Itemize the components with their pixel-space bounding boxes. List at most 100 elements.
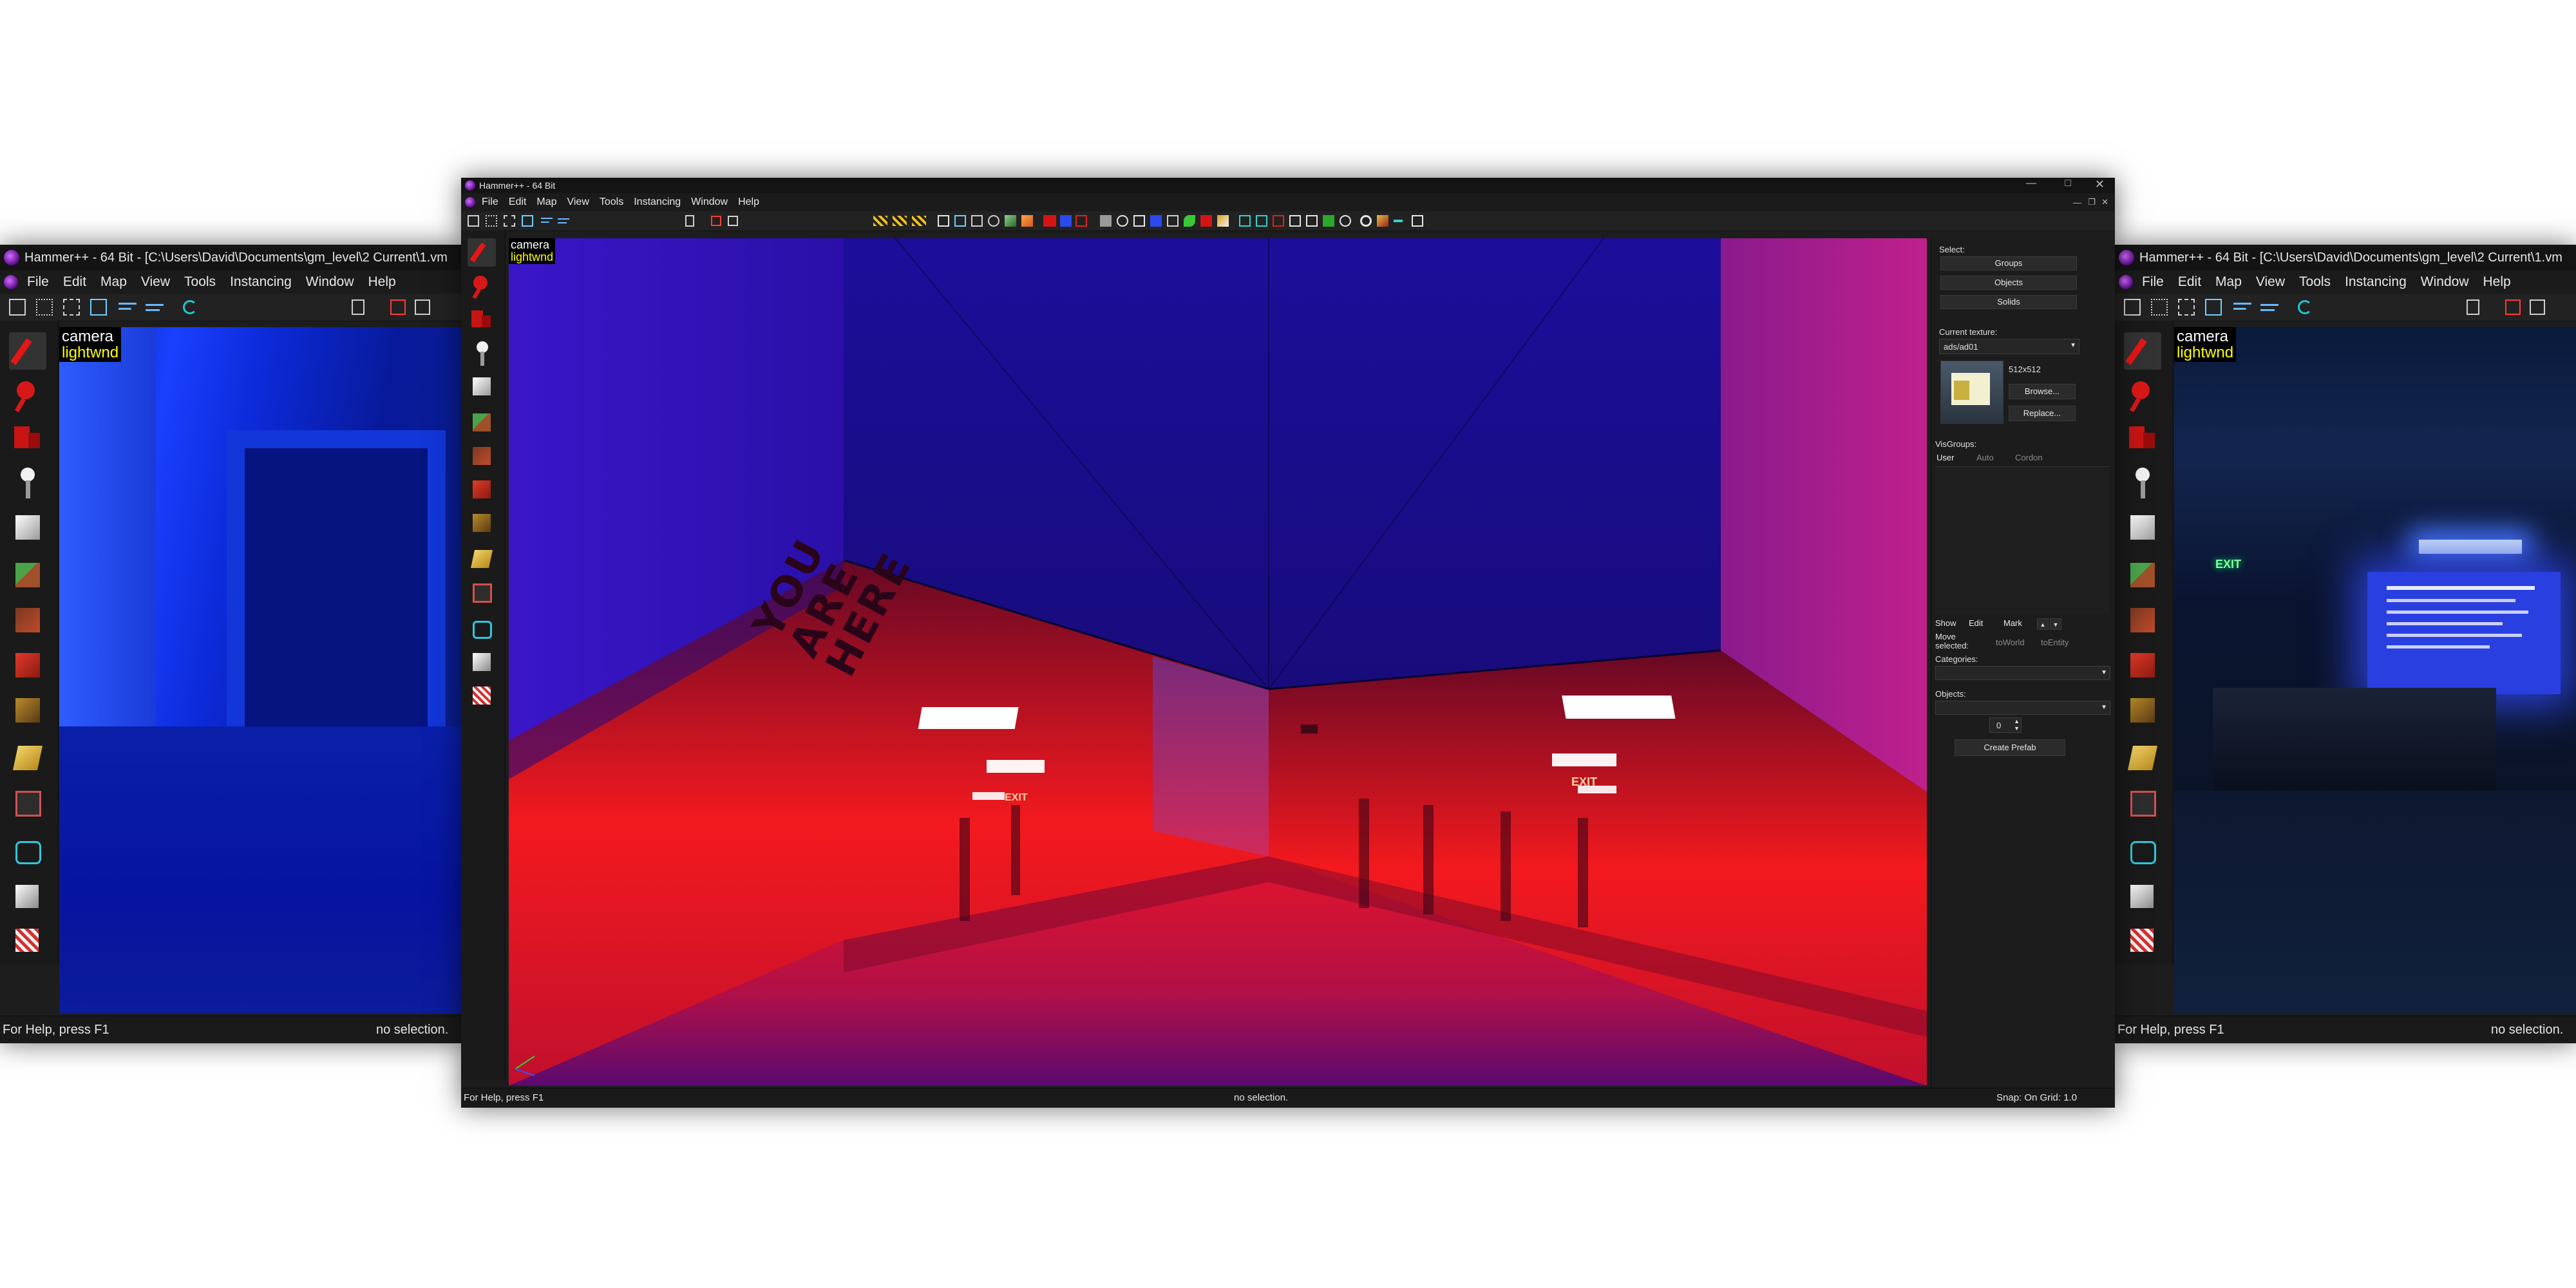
- arrow-left-icon[interactable]: [1256, 215, 1267, 227]
- selection-tool-icon[interactable]: [2124, 332, 2161, 370]
- magnify-tool-icon[interactable]: [468, 272, 496, 300]
- toggle-blue-icon[interactable]: [1150, 215, 1162, 227]
- menu-tools[interactable]: Tools: [184, 274, 216, 290]
- gear-icon[interactable]: [1360, 215, 1372, 227]
- select-solids-button[interactable]: Solids: [1940, 295, 2077, 309]
- brush-icon[interactable]: [1005, 215, 1016, 227]
- right-3d-viewport[interactable]: EXIT camera lightwnd: [2174, 327, 2576, 1014]
- path-tool-icon[interactable]: [468, 614, 496, 643]
- ruler-icon[interactable]: [1021, 215, 1033, 227]
- flip-icon[interactable]: [988, 215, 999, 227]
- clip-tool-icon[interactable]: [2124, 739, 2161, 777]
- hide-red-icon[interactable]: [1043, 215, 1056, 227]
- menu-help[interactable]: Help: [368, 274, 396, 290]
- selection-tool-icon[interactable]: [9, 332, 46, 370]
- palette-icon[interactable]: [1217, 215, 1229, 227]
- menu-instancing[interactable]: Instancing: [634, 196, 681, 208]
- grid-size-icon[interactable]: [504, 215, 515, 227]
- menu-map[interactable]: Map: [100, 274, 127, 290]
- overlay-tool-icon[interactable]: [2124, 692, 2161, 729]
- entity-tool-icon[interactable]: [9, 464, 46, 501]
- texture-lock-icon[interactable]: [118, 299, 137, 316]
- select-groups-button[interactable]: Groups: [1940, 256, 2077, 270]
- texture-lock-icon[interactable]: [541, 215, 553, 227]
- ungroup-icon[interactable]: [415, 299, 430, 315]
- categories-select[interactable]: ▼: [1935, 666, 2110, 680]
- sprinkle-tool-icon[interactable]: [2124, 922, 2161, 960]
- picture-icon[interactable]: [1289, 215, 1301, 227]
- red-box-icon[interactable]: [1273, 215, 1284, 227]
- ungroup-icon[interactable]: [728, 216, 738, 226]
- block-tool-icon[interactable]: [468, 372, 496, 401]
- texture-scale-icon[interactable]: [558, 215, 569, 227]
- menu-tools[interactable]: Tools: [2299, 274, 2331, 290]
- grid-icon[interactable]: [9, 299, 26, 316]
- texture-scale-icon[interactable]: [2260, 299, 2278, 316]
- camera-tool-icon[interactable]: [468, 305, 496, 334]
- chart-icon[interactable]: [1306, 215, 1318, 227]
- menu-file[interactable]: File: [482, 196, 498, 208]
- menu-file[interactable]: File: [27, 274, 49, 290]
- menu-map[interactable]: Map: [536, 196, 556, 208]
- w-icon[interactable]: [1075, 215, 1087, 227]
- magnify-tool-icon[interactable]: [2124, 376, 2161, 413]
- hazard-alt-icon[interactable]: [912, 216, 926, 226]
- carve-icon[interactable]: [2467, 299, 2479, 315]
- menu-edit[interactable]: Edit: [509, 196, 527, 208]
- vertex-tool-icon[interactable]: [9, 784, 46, 822]
- menu-help[interactable]: Help: [2483, 274, 2511, 290]
- ungroup-icon[interactable]: [2530, 299, 2545, 315]
- snap-icon[interactable]: [1239, 215, 1251, 227]
- browse-button[interactable]: Browse...: [2009, 384, 2076, 399]
- visgroup-mark-button[interactable]: Mark: [2003, 617, 2036, 631]
- group-red-icon[interactable]: [2505, 299, 2521, 315]
- entity-tool-icon[interactable]: [2124, 464, 2161, 501]
- cordon-tool-icon[interactable]: [9, 878, 46, 916]
- tab-cordon[interactable]: Cordon: [2015, 453, 2043, 462]
- apply-texture-icon[interactable]: [2124, 601, 2161, 639]
- camera-tool-icon[interactable]: [2124, 419, 2161, 456]
- tab-user[interactable]: User: [1937, 453, 1954, 462]
- move-down-button[interactable]: ▼: [2050, 618, 2061, 630]
- menu-window[interactable]: Window: [306, 274, 354, 290]
- group-red-icon[interactable]: [711, 216, 721, 226]
- tab-auto[interactable]: Auto: [1976, 453, 1994, 462]
- 3d-grid-icon[interactable]: [2151, 299, 2168, 316]
- texture-lock-icon[interactable]: [2233, 299, 2251, 316]
- clip-tool-icon[interactable]: [9, 739, 46, 777]
- tools-icon[interactable]: [1377, 215, 1388, 227]
- cordon-tool-icon[interactable]: [2124, 878, 2161, 916]
- menu-help[interactable]: Help: [738, 196, 759, 208]
- mdi-minimize-icon[interactable]: —: [2073, 198, 2081, 207]
- grid-size-icon[interactable]: [2178, 299, 2195, 316]
- toggle-grid-icon[interactable]: [1133, 215, 1145, 227]
- decal-tool-icon[interactable]: [468, 475, 496, 504]
- menu-view[interactable]: View: [141, 274, 170, 290]
- visgroup-edit-button[interactable]: Edit: [1969, 617, 2001, 631]
- texture-tool-icon[interactable]: [9, 556, 46, 594]
- group-red-icon[interactable]: [390, 299, 406, 315]
- block-tool-icon[interactable]: [2124, 509, 2161, 546]
- entity-tool-icon[interactable]: [468, 339, 496, 367]
- minus-icon[interactable]: [1394, 220, 1403, 222]
- maximize-icon[interactable]: □: [2065, 178, 2071, 189]
- to-entity-button[interactable]: toEntity: [2041, 638, 2069, 647]
- menu-file[interactable]: File: [2142, 274, 2164, 290]
- move-up-button[interactable]: ▲: [2037, 618, 2049, 630]
- visgroup-list[interactable]: [1935, 466, 2109, 614]
- camera-tool-icon[interactable]: [9, 419, 46, 456]
- menu-map[interactable]: Map: [2215, 274, 2242, 290]
- toggle-model-icon[interactable]: [1100, 215, 1112, 227]
- close-icon[interactable]: ✕: [2095, 178, 2105, 191]
- undo-icon[interactable]: [183, 300, 197, 314]
- grid-options-icon[interactable]: [1412, 215, 1423, 227]
- clip-tool-icon[interactable]: [468, 545, 496, 573]
- selection-tool-icon[interactable]: [468, 238, 496, 267]
- objects-select[interactable]: ▼: [1935, 701, 2110, 715]
- replace-button[interactable]: Replace...: [2009, 406, 2076, 421]
- box-select-icon[interactable]: [938, 215, 949, 227]
- menu-instancing[interactable]: Instancing: [2345, 274, 2407, 290]
- menu-edit[interactable]: Edit: [63, 274, 86, 290]
- cross-icon[interactable]: [1200, 215, 1212, 227]
- count-spinner[interactable]: 0 ▲ ▼: [1989, 717, 2022, 733]
